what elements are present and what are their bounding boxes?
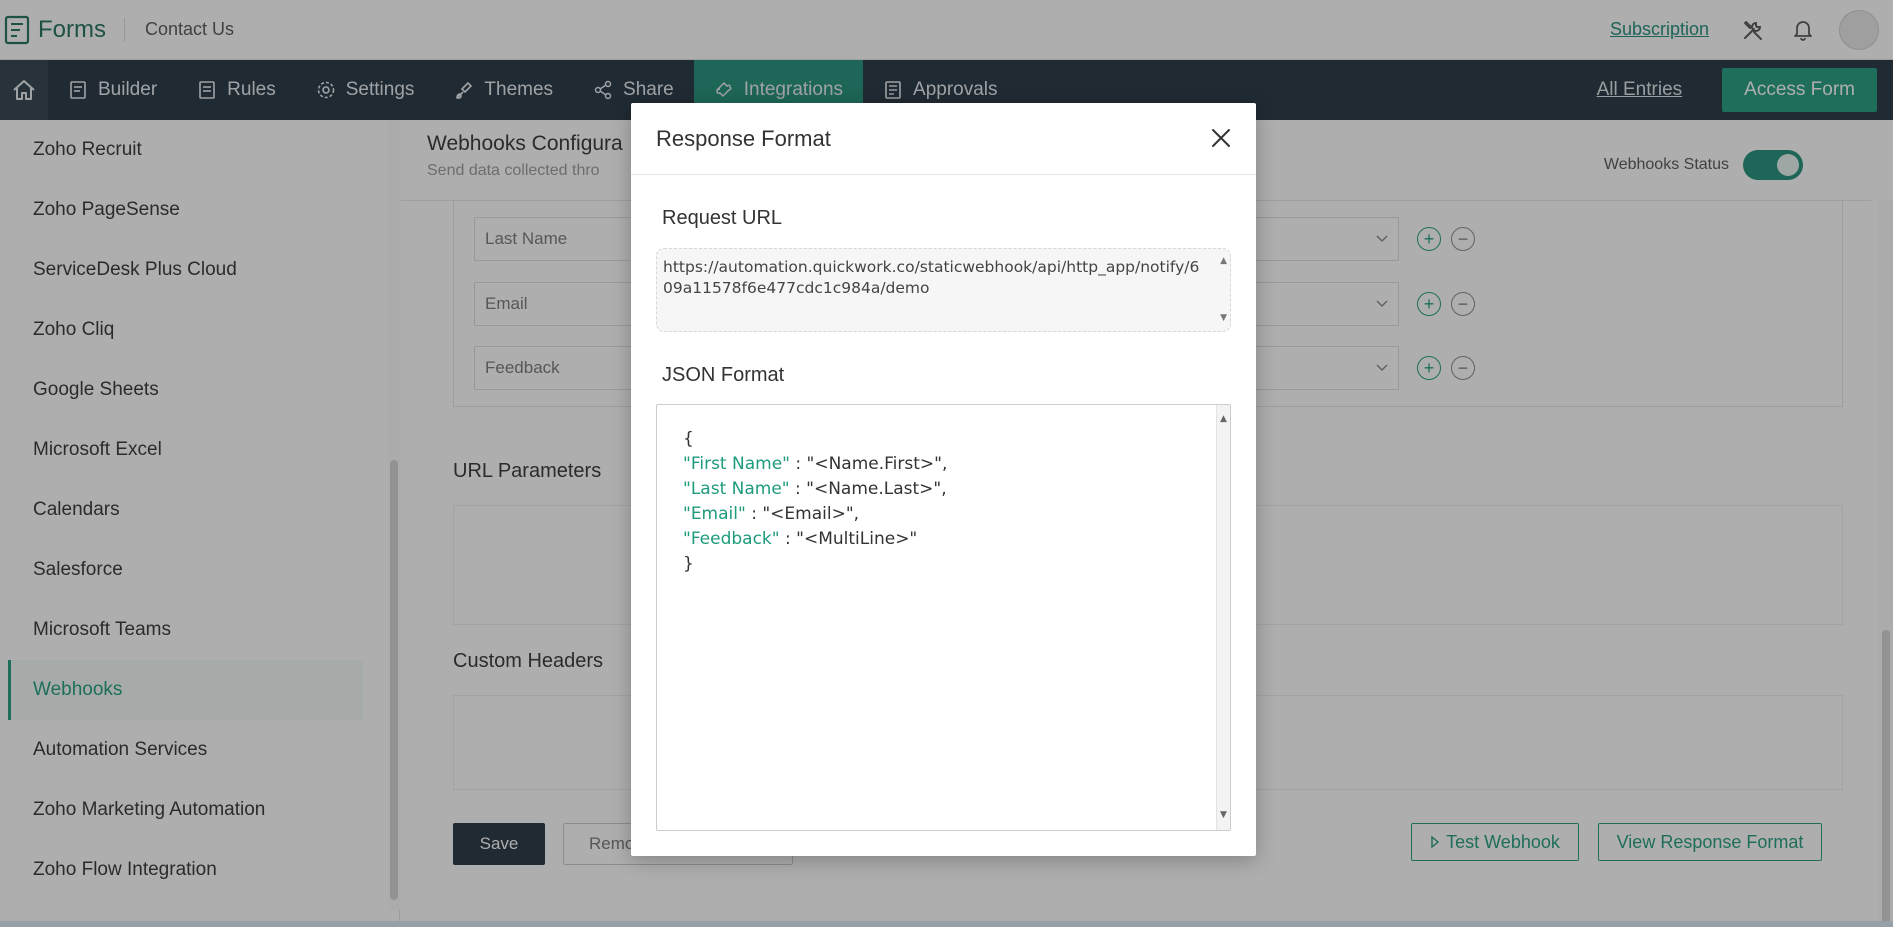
response-format-modal: Response Format Request URL https://auto… <box>631 103 1256 856</box>
json-key: "Email" <box>683 504 746 524</box>
json-scrollbar[interactable]: ▲ ▼ <box>1216 405 1230 830</box>
scroll-up-icon[interactable]: ▲ <box>1220 407 1227 432</box>
json-value: : "<MultiLine>" <box>779 529 918 549</box>
json-line: "Feedback" : "<MultiLine>" <box>683 527 1204 552</box>
json-value: : "<Name.First>", <box>789 454 948 474</box>
modal-title: Response Format <box>656 125 831 151</box>
scroll-down-icon[interactable]: ▼ <box>1220 803 1227 828</box>
json-open-brace: { <box>683 429 694 449</box>
json-key: "Feedback" <box>683 529 780 549</box>
close-icon[interactable] <box>1208 125 1234 151</box>
scroll-down-icon[interactable]: ▼ <box>1220 308 1227 329</box>
json-value: : "<Name.Last>", <box>789 479 947 499</box>
modal-header: Response Format <box>631 103 1256 175</box>
json-line: "Email" : "<Email>", <box>683 502 1204 527</box>
json-format-field[interactable]: { "First Name" : "<Name.First>", "Last N… <box>656 404 1231 831</box>
json-line: "Last Name" : "<Name.Last>", <box>683 477 1204 502</box>
json-key: "First Name" <box>683 454 790 474</box>
json-format-label: JSON Format <box>662 364 785 386</box>
json-close-brace: } <box>683 554 694 574</box>
request-url-field[interactable]: https://automation.quickwork.co/staticwe… <box>656 248 1231 332</box>
scroll-up-icon[interactable]: ▲ <box>1220 251 1227 272</box>
json-key: "Last Name" <box>683 479 790 499</box>
request-url-value: https://automation.quickwork.co/staticwe… <box>663 258 1200 297</box>
json-line: "First Name" : "<Name.First>", <box>683 452 1204 477</box>
request-url-label: Request URL <box>662 207 783 229</box>
json-value: : "<Email>", <box>745 504 860 524</box>
